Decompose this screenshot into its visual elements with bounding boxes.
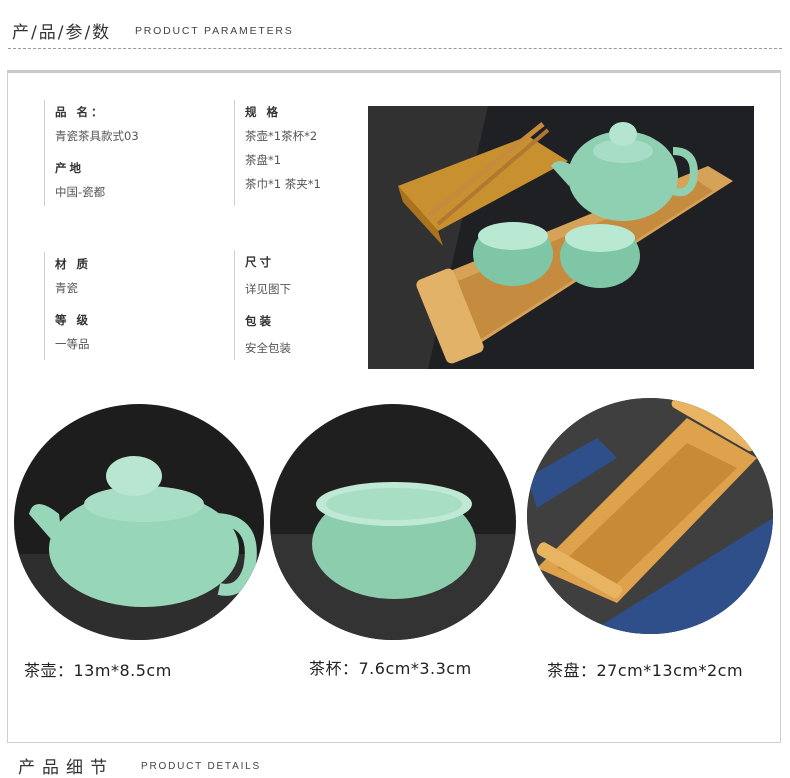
section-title-cn: 产/品/参/数 [12,23,112,43]
size-value: 详见图下 [245,282,291,296]
cup-size-caption: 茶杯：7.6cm*3.3cm [309,659,472,678]
param-block-size-package: 尺寸 详见图下 包装 安全包装 [234,250,291,360]
origin-value: 中国-瓷都 [55,185,106,199]
spec-label: 规 格 [245,105,282,119]
spec-line-2: 茶盘*1 [245,153,282,167]
details-section-header: 产品细节 PRODUCT DETAILS [18,753,778,778]
grade-label: 等 级 [55,313,92,327]
tray-size-caption: 茶盘：27cm*13cm*2cm [547,661,744,680]
details-title-cn: 产品细节 [18,758,114,778]
package-value: 安全包装 [245,341,291,355]
param-block-name-origin: 品 名： 青瓷茶具款式03 产地 中国-瓷都 [44,100,139,206]
package-label: 包装 [245,314,274,328]
name-label: 品 名： [55,105,106,119]
tray-detail-photo [527,398,773,634]
dashed-divider [8,48,782,49]
grade-value: 一等品 [55,337,90,351]
name-value: 青瓷茶具款式03 [55,129,139,143]
spec-line-3: 茶巾*1 茶夹*1 [245,177,321,191]
tea-set-photo [368,106,754,369]
material-value: 青瓷 [55,281,78,295]
origin-label: 产地 [55,161,84,175]
param-block-material-grade: 材 质 青瓷 等 级 一等品 [44,252,91,360]
material-label: 材 质 [55,257,92,271]
spec-line-1: 茶壶*1茶杯*2 [245,129,318,143]
section-header: 产/品/参/数 PRODUCT PARAMETERS [12,12,782,46]
param-block-spec: 规 格 茶壶*1茶杯*2 茶盘*1 茶巾*1 茶夹*1 [234,100,321,206]
section-title-en: PRODUCT PARAMETERS [135,25,294,37]
teapot-size-caption: 茶壶：13m*8.5cm [24,661,172,680]
teapot-detail-photo [14,404,264,640]
size-label: 尺寸 [245,255,274,269]
cup-detail-photo [270,404,516,640]
